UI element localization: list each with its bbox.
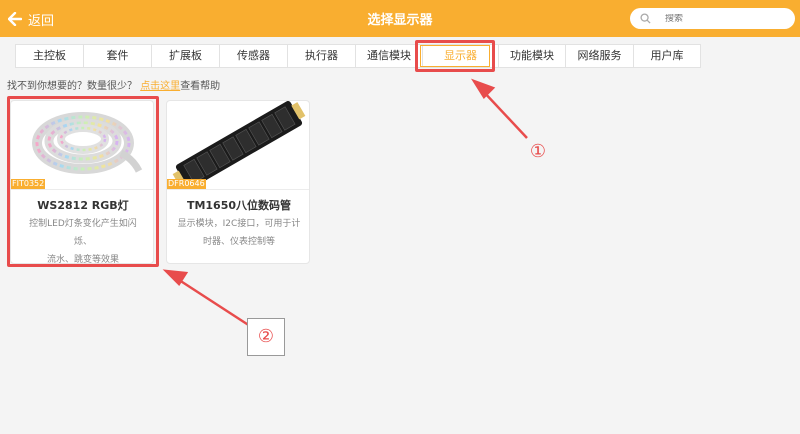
annotation-arrowhead-1 (471, 78, 496, 99)
help-link[interactable]: 点击这里 (140, 81, 180, 92)
product-card-tm1650[interactable]: DFR0646 TM1650八位数码管 显示模块，I2C接口，可用于计 时器、仪… (166, 100, 310, 264)
tab-network-services[interactable]: 网络服务 (566, 45, 634, 67)
product-description: 显示模块，I2C接口，可用于计 时器、仪表控制等 (177, 215, 301, 251)
tab-sensors[interactable]: 传感器 (220, 45, 288, 67)
description-line: 时器、仪表控制等 (202, 237, 275, 247)
annotation-highlight-first-card (7, 96, 159, 267)
annotation-marker-1: ① (529, 141, 547, 162)
card-divider (167, 189, 309, 190)
annotation-arrow-1 (481, 89, 528, 139)
description-line: 显示模块，I2C接口，可用于计 (177, 219, 301, 229)
segment-display-image (172, 101, 306, 189)
annotation-arrow-2 (175, 276, 251, 328)
hint-suffix: 查看帮助 (180, 81, 221, 92)
product-name: TM1650八位数码管 (186, 199, 292, 212)
tab-actuators[interactable]: 执行器 (288, 45, 356, 67)
annotation-highlight-display-tab (415, 40, 495, 72)
search-icon (640, 13, 651, 24)
top-bar: 返回 选择显示器 (0, 0, 800, 37)
tab-communication[interactable]: 通信模块 (356, 45, 423, 67)
tab-function-modules[interactable]: 功能模块 (499, 45, 566, 67)
tab-expansion-boards[interactable]: 扩展板 (152, 45, 220, 67)
tab-user-library[interactable]: 用户库 (634, 45, 700, 67)
search-box[interactable] (630, 8, 795, 29)
hint-text: 找不到你想要的？数量很少？ (7, 81, 137, 92)
search-input[interactable] (665, 13, 785, 24)
help-hint: 找不到你想要的？数量很少？ 点击这里查看帮助 (7, 77, 220, 92)
tab-mainboard[interactable]: 主控板 (16, 45, 84, 67)
annotation-arrowhead-2 (162, 269, 189, 286)
tab-kits[interactable]: 套件 (84, 45, 152, 67)
category-tabs: 主控板 套件 扩展板 传感器 执行器 通信模块 显示器 功能模块 网络服务 用户… (15, 44, 701, 68)
product-code-badge: DFR0646 (167, 179, 206, 189)
annotation-marker-2: ② (257, 326, 275, 347)
